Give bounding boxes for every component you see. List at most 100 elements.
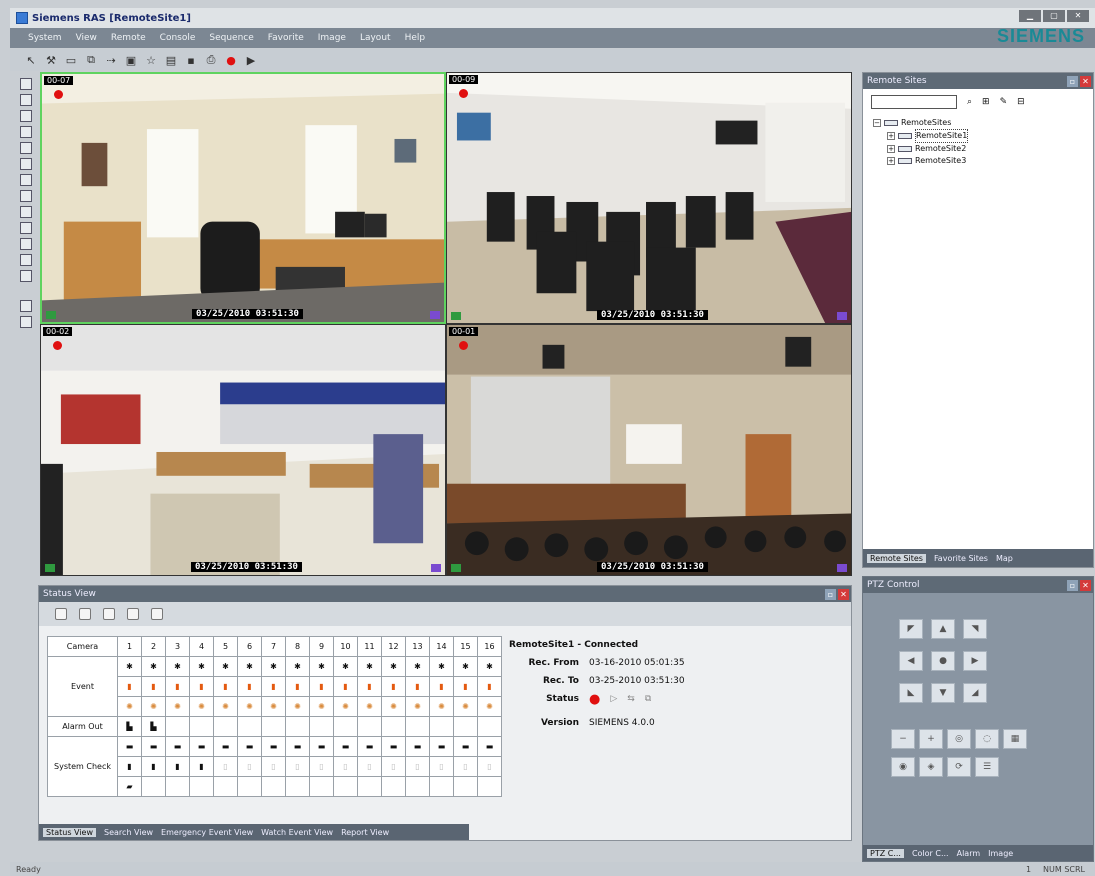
site-search-input[interactable] — [871, 95, 957, 109]
table-cell — [333, 776, 358, 797]
layout-49-icon[interactable] — [20, 254, 32, 266]
camera-view-3[interactable]: 00-02 03/25/2010 03:51:30 — [40, 324, 446, 576]
layout-20-icon[interactable] — [20, 206, 32, 218]
connect-icon[interactable] — [79, 608, 91, 620]
pointer-icon[interactable]: ↖ — [24, 53, 38, 67]
tab-emergency-event-view[interactable]: Emergency Event View — [161, 828, 253, 837]
menu-layout[interactable]: Layout — [360, 33, 391, 43]
zoom-in-button[interactable]: + — [919, 729, 943, 749]
auto-focus-button[interactable]: ◉ — [891, 757, 915, 777]
folder-icon[interactable]: ▭ — [64, 53, 78, 67]
menu-image[interactable]: Image — [318, 33, 346, 43]
menu-button[interactable]: ☰ — [975, 757, 999, 777]
ptz-left-button[interactable]: ◀ — [899, 651, 923, 671]
menu-remote[interactable]: Remote — [111, 33, 146, 43]
pin-button[interactable]: ▫ — [1067, 579, 1078, 591]
tab-ptz-control[interactable]: PTZ C... — [867, 848, 904, 858]
tab-alarm[interactable]: Alarm — [957, 849, 981, 858]
layout-8-icon[interactable] — [20, 126, 32, 138]
camera-view-1[interactable]: 00-07 03/25/2010 03:51:30 — [40, 72, 446, 324]
search-icon[interactable]: ⌕ — [967, 97, 972, 107]
menu-help[interactable]: Help — [405, 33, 426, 43]
tree-root[interactable]: − RemoteSites — [873, 117, 968, 129]
tools-icon[interactable]: ⚒ — [44, 53, 58, 67]
camera-number: 9 — [309, 636, 334, 657]
tab-map[interactable]: Map — [996, 554, 1013, 563]
tab-status-view[interactable]: Status View — [43, 827, 97, 837]
ptz-down-left-button[interactable]: ◣ — [899, 683, 923, 703]
preset-button[interactable]: ▦ — [1003, 729, 1027, 749]
ptz-down-right-button[interactable]: ◢ — [963, 683, 987, 703]
save-icon[interactable]: ▪ — [184, 53, 198, 67]
favorite-icon[interactable]: ☆ — [144, 53, 158, 67]
tree-item-site1[interactable]: + RemoteSite1 — [887, 129, 969, 143]
record-icon[interactable]: ● — [224, 53, 238, 67]
tab-search-view[interactable]: Search View — [104, 828, 153, 837]
expand-icon[interactable]: + — [887, 132, 895, 140]
minimize-button[interactable]: ▁ — [1019, 10, 1041, 22]
layout-16-icon[interactable] — [20, 190, 32, 202]
menu-view[interactable]: View — [76, 33, 97, 43]
ptz-down-button[interactable]: ▼ — [931, 683, 955, 703]
ptz-up-left-button[interactable]: ◤ — [899, 619, 923, 639]
ptz-right-button[interactable]: ▶ — [963, 651, 987, 671]
export-icon[interactable]: ⇢ — [104, 53, 118, 67]
pin-button[interactable]: ▫ — [825, 588, 836, 600]
layout-13-icon[interactable] — [20, 174, 32, 186]
motion-icon: ✱ — [165, 656, 190, 677]
refresh-icon[interactable] — [55, 608, 67, 620]
settings-icon[interactable] — [127, 608, 139, 620]
layout-1-icon[interactable] — [20, 78, 32, 90]
layout-10-icon[interactable] — [20, 158, 32, 170]
pin-button[interactable]: ▫ — [1067, 75, 1078, 87]
disconnect-icon[interactable] — [103, 608, 115, 620]
collapse-icon[interactable]: − — [873, 119, 881, 127]
menu-favorite[interactable]: Favorite — [268, 33, 304, 43]
tab-report-view[interactable]: Report View — [341, 828, 389, 837]
iris-button[interactable]: ◌ — [975, 729, 999, 749]
report-icon[interactable] — [151, 608, 163, 620]
maximize-button[interactable]: ▢ — [1043, 10, 1065, 22]
tree-item-site2[interactable]: + RemoteSite2 — [887, 143, 968, 155]
layout-4-icon[interactable] — [20, 94, 32, 106]
layout-icon[interactable]: ▤ — [164, 53, 178, 67]
menu-system[interactable]: System — [28, 33, 62, 43]
tab-favorite-sites[interactable]: Favorite Sites — [934, 554, 988, 563]
close-window-button[interactable]: ✕ — [1067, 10, 1089, 22]
copy-icon[interactable]: ⧉ — [84, 53, 98, 67]
focus-button[interactable]: ◎ — [947, 729, 971, 749]
close-panel-button[interactable]: ✕ — [1080, 579, 1091, 591]
camera-view-4[interactable]: 00-01 03/25/2010 03:51:30 — [446, 324, 852, 576]
edit-site-icon[interactable]: ✎ — [1000, 97, 1008, 107]
ptz-home-button[interactable]: ● — [931, 651, 955, 671]
play-icon[interactable]: ▶ — [244, 53, 258, 67]
layout-64-icon[interactable] — [20, 270, 32, 282]
tree-item-site3[interactable]: + RemoteSite3 — [887, 155, 968, 167]
menu-console[interactable]: Console — [160, 33, 196, 43]
layout-25-icon[interactable] — [20, 222, 32, 234]
auto-iris-button[interactable]: ◈ — [919, 757, 943, 777]
fullscreen-icon[interactable] — [20, 316, 32, 328]
add-site-icon[interactable]: ⊞ — [982, 97, 990, 107]
zoom-out-button[interactable]: − — [891, 729, 915, 749]
camera-view-2[interactable]: 00-09 03/25/2010 03:51:30 — [446, 72, 852, 324]
remove-site-icon[interactable]: ⊟ — [1017, 97, 1025, 107]
tab-color-control[interactable]: Color C... — [912, 849, 949, 858]
sequence-icon[interactable] — [20, 300, 32, 312]
layout-9-icon[interactable] — [20, 142, 32, 154]
tour-button[interactable]: ⟳ — [947, 757, 971, 777]
layout-6-icon[interactable] — [20, 110, 32, 122]
tab-watch-event-view[interactable]: Watch Event View — [261, 828, 333, 837]
layout-36-icon[interactable] — [20, 238, 32, 250]
tab-remote-sites[interactable]: Remote Sites — [867, 553, 926, 563]
close-panel-button[interactable]: ✕ — [838, 588, 849, 600]
expand-icon[interactable]: + — [887, 145, 895, 153]
close-panel-button[interactable]: ✕ — [1080, 75, 1091, 87]
expand-icon[interactable]: + — [887, 157, 895, 165]
print-icon[interactable]: ⎙ — [204, 53, 218, 67]
tab-image[interactable]: Image — [988, 849, 1013, 858]
window-icon[interactable]: ▣ — [124, 53, 138, 67]
ptz-up-button[interactable]: ▲ — [931, 619, 955, 639]
menu-sequence[interactable]: Sequence — [209, 33, 253, 43]
ptz-up-right-button[interactable]: ◥ — [963, 619, 987, 639]
